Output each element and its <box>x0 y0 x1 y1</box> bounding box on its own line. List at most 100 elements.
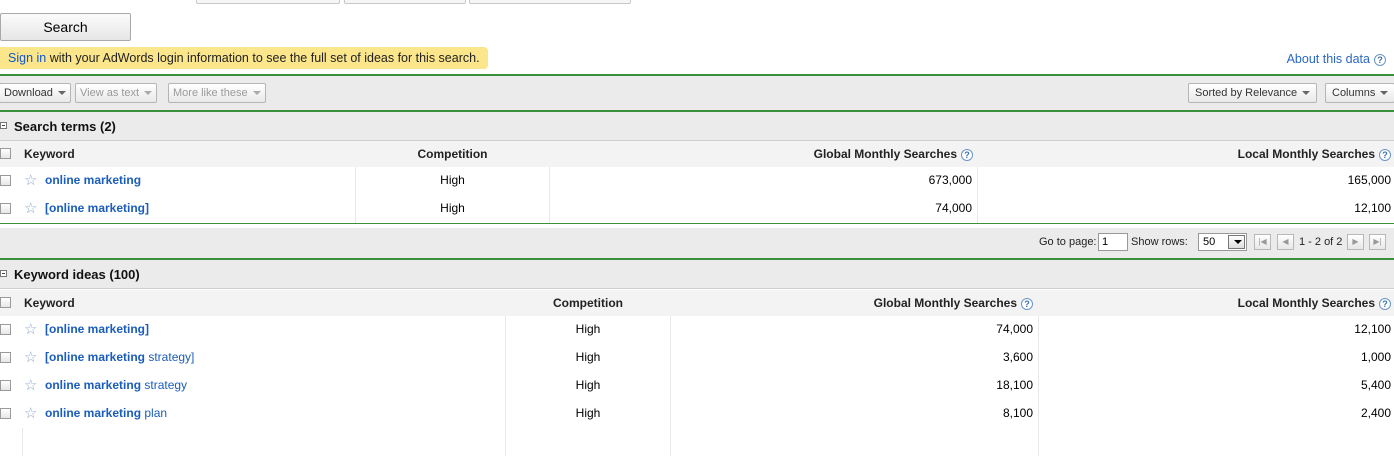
caret-down-icon <box>1380 91 1389 96</box>
first-page-icon[interactable]: |◀ <box>1254 234 1271 250</box>
row-checkbox[interactable] <box>0 408 11 419</box>
search-terms-column-header: Keyword Competition Global Monthly Searc… <box>0 141 1394 168</box>
dropdown-arrow-icon[interactable] <box>1228 235 1245 249</box>
sort-dropdown[interactable]: Sorted by Relevance <box>1188 83 1318 103</box>
col-local[interactable]: Local Monthly Searches? <box>977 141 1391 167</box>
caret-down-icon <box>252 91 261 96</box>
keyword-link[interactable]: online marketing strategy <box>45 372 187 400</box>
page-range: 1 - 2 of 2 <box>1299 236 1343 248</box>
more-like-these-label: More like these <box>173 87 248 99</box>
table-row: ☆ online marketing strategy High 18,100 … <box>0 372 1394 401</box>
prev-page-icon[interactable]: ◀ <box>1277 234 1294 250</box>
last-page-icon[interactable]: ▶| <box>1369 234 1386 250</box>
competition: High <box>575 322 601 336</box>
divider <box>505 428 506 456</box>
row-checkbox[interactable] <box>0 352 11 363</box>
show-rows-value: 50 <box>1203 236 1216 248</box>
section-title: Search terms (2) <box>14 119 116 134</box>
star-icon[interactable]: ☆ <box>24 173 37 188</box>
keyword-bold: [online marketing] <box>45 201 150 215</box>
global-searches: 3,600 <box>1002 350 1033 364</box>
keyword-link[interactable]: online marketing <box>45 167 141 195</box>
pagination-bar: Go to page: 1 Show rows: 50 |◀ ◀ 1 - 2 o… <box>0 228 1394 258</box>
view-as-text-button[interactable]: View as text <box>75 83 158 103</box>
global-searches: 18,100 <box>996 378 1033 392</box>
keyword-link[interactable]: [online marketing strategy] <box>45 344 194 372</box>
section-title: Keyword ideas (100) <box>14 267 140 282</box>
col-competition[interactable]: Competition <box>506 290 670 316</box>
caret-down-icon <box>57 91 66 96</box>
col-global-label: Global Monthly Searches <box>813 147 957 161</box>
keyword-ideas-header: Keyword ideas (100) <box>0 260 1394 289</box>
show-rows-select[interactable]: 50 <box>1198 233 1247 251</box>
signin-banner-text: with your AdWords login information to s… <box>46 51 480 65</box>
columns-dropdown[interactable]: Columns <box>1325 83 1394 103</box>
help-icon[interactable]: ? <box>961 148 973 161</box>
divider <box>670 428 671 456</box>
col-global[interactable]: Global Monthly Searches? <box>549 141 973 167</box>
about-this-data[interactable]: About this data? <box>1287 52 1386 66</box>
col-keyword[interactable]: Keyword <box>24 141 75 167</box>
col-keyword[interactable]: Keyword <box>24 290 75 316</box>
table-row <box>0 428 1394 456</box>
col-global[interactable]: Global Monthly Searches? <box>671 290 1033 316</box>
divider <box>0 223 1394 224</box>
collapse-icon[interactable] <box>0 270 7 277</box>
columns-label: Columns <box>1332 87 1376 99</box>
star-icon[interactable]: ☆ <box>24 350 37 365</box>
help-icon[interactable]: ? <box>1379 148 1391 161</box>
download-button[interactable]: Download <box>0 83 71 103</box>
competition: High <box>440 201 465 215</box>
top-control-3[interactable] <box>469 0 631 4</box>
keyword-link[interactable]: [online marketing] <box>45 316 149 344</box>
keyword-link[interactable]: online marketing plan <box>45 400 167 428</box>
top-control-2[interactable] <box>344 0 466 4</box>
top-control-1[interactable] <box>196 0 340 4</box>
col-local[interactable]: Local Monthly Searches? <box>1038 290 1391 316</box>
local-searches: 12,100 <box>1354 201 1391 215</box>
global-searches: 74,000 <box>935 201 972 215</box>
keyword-bold: online marketing <box>45 173 142 187</box>
search-terms-header: Search terms (2) <box>0 112 1394 141</box>
keyword-rest: strategy] <box>145 350 195 364</box>
col-competition[interactable]: Competition <box>356 141 549 167</box>
star-icon[interactable]: ☆ <box>24 322 37 337</box>
row-checkbox[interactable] <box>0 175 11 186</box>
col-local-label: Local Monthly Searches <box>1237 147 1375 161</box>
divider <box>1038 428 1039 456</box>
star-icon[interactable]: ☆ <box>24 378 37 393</box>
sign-in-link[interactable]: Sign in <box>8 51 46 65</box>
collapse-icon[interactable] <box>0 122 7 129</box>
col-local-label: Local Monthly Searches <box>1237 296 1375 310</box>
row-checkbox[interactable] <box>0 380 11 391</box>
go-to-page-input[interactable]: 1 <box>1098 233 1128 251</box>
more-like-these-button[interactable]: More like these <box>168 83 266 103</box>
keyword-link[interactable]: [online marketing] <box>45 195 149 223</box>
star-icon[interactable]: ☆ <box>24 406 37 421</box>
table-row: ☆ online marketing plan High 8,100 2,400 <box>0 400 1394 429</box>
star-icon[interactable]: ☆ <box>24 201 37 216</box>
select-all-checkbox[interactable] <box>0 297 11 308</box>
local-searches: 5,400 <box>1360 378 1391 392</box>
keyword-bold: [online marketing] <box>45 322 150 336</box>
local-searches: 2,400 <box>1360 406 1391 420</box>
global-searches: 74,000 <box>996 322 1033 336</box>
table-row: ☆ [online marketing strategy] High 3,600… <box>0 344 1394 373</box>
about-this-data-link[interactable]: About this data <box>1287 52 1370 66</box>
local-searches: 1,000 <box>1360 350 1391 364</box>
table-row: ☆ online marketing High 673,000 165,000 <box>0 167 1394 196</box>
help-icon[interactable]: ? <box>1021 297 1033 310</box>
global-searches: 673,000 <box>928 173 972 187</box>
divider <box>22 428 23 456</box>
download-label: Download <box>4 87 53 99</box>
help-icon[interactable]: ? <box>1379 297 1391 310</box>
local-searches: 12,100 <box>1354 322 1391 336</box>
select-all-checkbox[interactable] <box>0 148 11 159</box>
search-button[interactable]: Search <box>0 13 131 41</box>
caret-down-icon <box>1234 240 1242 244</box>
next-page-icon[interactable]: ▶ <box>1347 234 1364 250</box>
row-checkbox[interactable] <box>0 324 11 335</box>
help-icon[interactable]: ? <box>1374 53 1386 66</box>
keyword-ideas-column-header: Keyword Competition Global Monthly Searc… <box>0 290 1394 317</box>
row-checkbox[interactable] <box>0 203 11 214</box>
